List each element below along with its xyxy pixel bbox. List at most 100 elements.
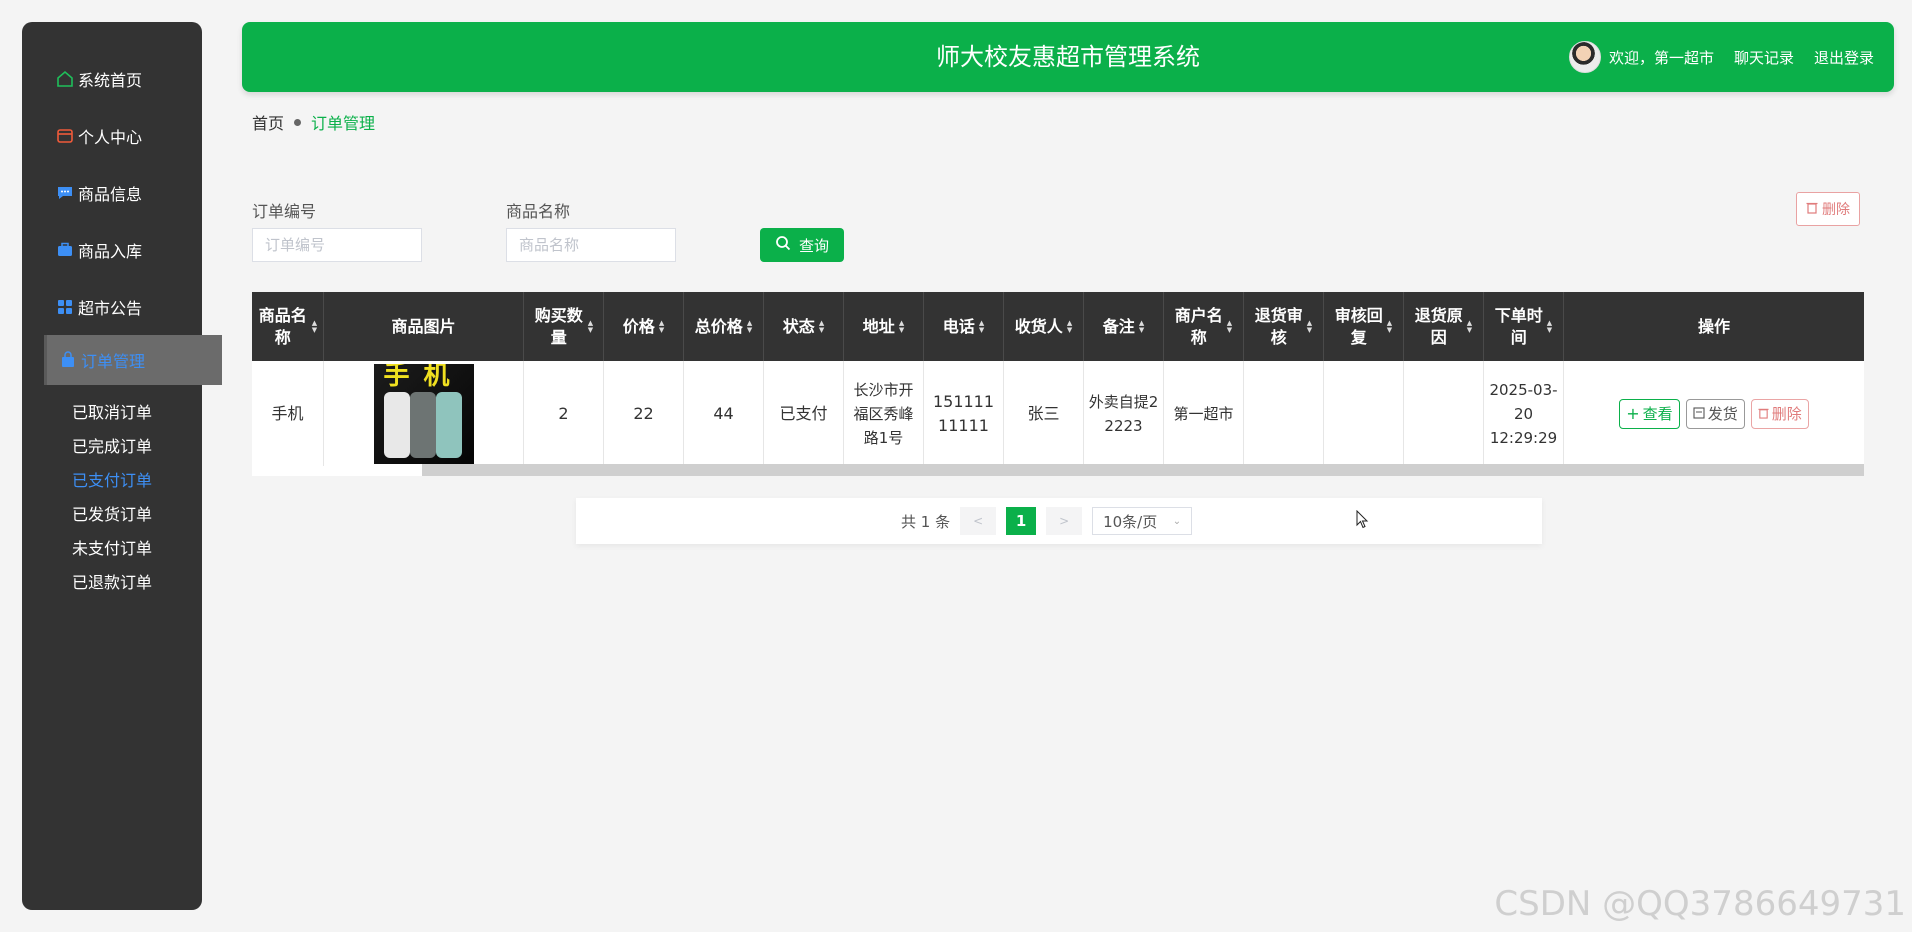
sub-item-completed[interactable]: 已完成订单 bbox=[72, 434, 152, 460]
sort-icon[interactable]: ▲ ▼ bbox=[1227, 319, 1232, 334]
order-no-label: 订单编号 bbox=[252, 202, 317, 221]
cell-merchant: 第一超市 bbox=[1164, 361, 1244, 466]
phone-image-shape bbox=[409, 391, 436, 458]
orders-table: 商品名称 ▲ ▼ 商品图片 购买数量 ▲ ▼ 价格 ▲ ▼ 总价格 ▲ ▼ 状态 ▲ ▼ 地址 ▲ ▼ … bbox=[252, 292, 1864, 476]
sort-icon[interactable]: ▲ ▼ bbox=[588, 319, 593, 334]
col-quantity[interactable]: 购买数量 ▲ ▼ bbox=[524, 292, 604, 361]
header-label: 商户名称 bbox=[1174, 305, 1223, 347]
sort-icon[interactable]: ▲ ▼ bbox=[819, 319, 824, 334]
query-label: 查询 bbox=[798, 236, 829, 255]
sub-item-unpaid[interactable]: 未支付订单 bbox=[72, 536, 152, 562]
delete-button[interactable]: 删除 bbox=[1750, 398, 1809, 429]
col-note[interactable]: 备注 ▲ ▼ bbox=[1084, 292, 1164, 361]
search-icon bbox=[775, 235, 791, 255]
next-page-button[interactable]: > bbox=[1046, 507, 1083, 535]
product-image[interactable]: 手机 bbox=[373, 363, 474, 464]
cell-actions: + 查看 发货 删除 bbox=[1564, 361, 1864, 466]
col-return-audit[interactable]: 退货审核 ▲ ▼ bbox=[1244, 292, 1324, 361]
mouse-cursor-icon bbox=[1356, 509, 1370, 534]
sort-icon[interactable]: ▲ ▼ bbox=[1307, 319, 1312, 334]
sidebar-item-label: 商品信息 bbox=[78, 185, 143, 204]
prev-page-button[interactable]: < bbox=[960, 507, 997, 535]
header-label: 商品图片 bbox=[391, 316, 456, 336]
home-icon bbox=[56, 70, 74, 88]
logout-link[interactable]: 退出登录 bbox=[1814, 47, 1874, 68]
chat-history-link[interactable]: 聊天记录 bbox=[1734, 47, 1794, 68]
header-label: 购买数量 bbox=[534, 305, 583, 347]
header-label: 电话 bbox=[942, 316, 975, 336]
phone-image-shape bbox=[383, 391, 410, 458]
avatar[interactable] bbox=[1568, 41, 1601, 73]
col-audit-reply[interactable]: 审核回复 ▲ ▼ bbox=[1324, 292, 1404, 361]
sidebar-item-label: 商品入库 bbox=[78, 242, 143, 261]
col-phone[interactable]: 电话 ▲ ▼ bbox=[924, 292, 1004, 361]
sort-icon[interactable]: ▲ ▼ bbox=[312, 319, 317, 334]
breadcrumb-separator bbox=[294, 118, 302, 126]
page-number-current[interactable]: 1 bbox=[1006, 507, 1037, 535]
col-product-image: 商品图片 bbox=[324, 292, 524, 361]
ship-button[interactable]: 发货 bbox=[1685, 398, 1745, 429]
message-icon bbox=[56, 184, 74, 202]
wallet-icon bbox=[56, 127, 74, 145]
sidebar-item-label: 系统首页 bbox=[78, 71, 143, 90]
breadcrumb-current: 订单管理 bbox=[311, 114, 376, 133]
query-button[interactable]: 查询 bbox=[760, 228, 844, 262]
sidebar-item-orders[interactable]: 订单管理 bbox=[44, 335, 222, 385]
sub-item-paid[interactable]: 已支付订单 bbox=[72, 468, 152, 494]
header-label: 审核回复 bbox=[1334, 305, 1383, 347]
sidebar-item-products[interactable]: 商品信息 bbox=[22, 169, 222, 217]
horizontal-scrollbar[interactable] bbox=[422, 464, 1864, 476]
header-label: 地址 bbox=[862, 316, 895, 336]
sort-icon[interactable]: ▲ ▼ bbox=[747, 319, 752, 334]
cell-return-reason bbox=[1404, 361, 1484, 466]
page-size-select[interactable]: 10条/页 ⌄ bbox=[1092, 507, 1193, 535]
col-return-reason[interactable]: 退货原因 ▲ ▼ bbox=[1404, 292, 1484, 361]
sort-icon[interactable]: ▲ ▼ bbox=[899, 319, 904, 334]
col-address[interactable]: 地址 ▲ ▼ bbox=[844, 292, 924, 361]
col-total[interactable]: 总价格 ▲ ▼ bbox=[684, 292, 764, 361]
sidebar: 系统首页 个人中心 商品信息 商品入库 超市公告 订单管理 已取消订单 已完成订… bbox=[22, 22, 222, 910]
product-name-input[interactable] bbox=[506, 228, 676, 262]
delete-label: 删除 bbox=[1771, 404, 1802, 423]
sidebar-item-stock-in[interactable]: 商品入库 bbox=[22, 226, 222, 274]
grid-icon bbox=[56, 298, 74, 316]
sort-icon[interactable]: ▲ ▼ bbox=[1547, 319, 1552, 334]
cell-note: 外卖自提22223 bbox=[1084, 361, 1164, 466]
sort-icon[interactable]: ▲ ▼ bbox=[979, 319, 984, 334]
breadcrumb: 首页 订单管理 bbox=[252, 110, 375, 134]
header-label: 总价格 bbox=[694, 316, 743, 336]
sort-icon[interactable]: ▲ ▼ bbox=[1467, 319, 1472, 334]
sidebar-item-home[interactable]: 系统首页 bbox=[22, 55, 222, 103]
col-price[interactable]: 价格 ▲ ▼ bbox=[604, 292, 684, 361]
sort-icon[interactable]: ▲ ▼ bbox=[1067, 319, 1072, 334]
breadcrumb-home[interactable]: 首页 bbox=[252, 110, 284, 134]
col-order-time[interactable]: 下单时间 ▲ ▼ bbox=[1484, 292, 1564, 361]
sub-item-refunded[interactable]: 已退款订单 bbox=[72, 570, 152, 596]
top-header: 师大校友惠超市管理系统 欢迎，第一超市 聊天记录 退出登录 bbox=[242, 22, 1894, 92]
sub-item-shipped[interactable]: 已发货订单 bbox=[72, 502, 152, 528]
cell-status: 已支付 bbox=[764, 361, 844, 466]
batch-delete-button[interactable]: 删除 bbox=[1796, 192, 1860, 226]
ship-label: 发货 bbox=[1707, 404, 1738, 423]
trash-icon bbox=[1758, 402, 1769, 426]
header-label: 商品名称 bbox=[258, 305, 307, 347]
col-merchant[interactable]: 商户名称 ▲ ▼ bbox=[1164, 292, 1244, 361]
order-no-input[interactable] bbox=[252, 228, 422, 262]
sidebar-item-announcements[interactable]: 超市公告 bbox=[22, 283, 222, 331]
sidebar-item-personal[interactable]: 个人中心 bbox=[22, 112, 222, 160]
col-status[interactable]: 状态 ▲ ▼ bbox=[764, 292, 844, 361]
header-label: 状态 bbox=[782, 316, 815, 336]
sub-item-cancelled[interactable]: 已取消订单 bbox=[72, 400, 152, 426]
cell-order-time: 2025-03-20 12:29:29 bbox=[1484, 361, 1564, 466]
view-button[interactable]: + 查看 bbox=[1619, 398, 1680, 429]
edit-icon bbox=[1693, 402, 1705, 426]
col-receiver[interactable]: 收货人 ▲ ▼ bbox=[1004, 292, 1084, 361]
cell-return-audit bbox=[1244, 361, 1324, 466]
sort-icon[interactable]: ▲ ▼ bbox=[1387, 319, 1392, 334]
product-name-label: 商品名称 bbox=[506, 202, 571, 221]
chevron-down-icon: ⌄ bbox=[1172, 515, 1182, 527]
sort-icon[interactable]: ▲ ▼ bbox=[659, 319, 664, 334]
sort-icon[interactable]: ▲ ▼ bbox=[1139, 319, 1144, 334]
col-product-name[interactable]: 商品名称 ▲ ▼ bbox=[252, 292, 324, 361]
header-label: 价格 bbox=[622, 316, 655, 336]
